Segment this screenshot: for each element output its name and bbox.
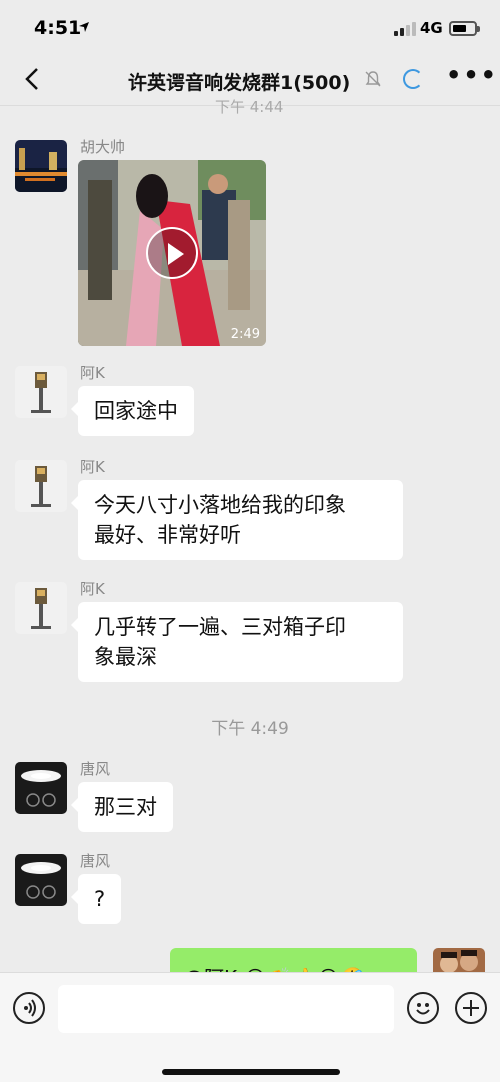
message-bubble[interactable]: 那三对	[71, 782, 173, 832]
message-text: ?	[94, 887, 106, 911]
battery-icon	[449, 21, 480, 36]
my-avatar[interactable]	[433, 948, 485, 974]
sender-name: 阿K	[80, 580, 105, 598]
avatar[interactable]	[15, 140, 67, 192]
signal-icon	[394, 22, 416, 36]
message-text-line: 几乎转了一遍、三对箱子印	[94, 615, 346, 639]
more-options-button[interactable]: •••	[446, 63, 496, 90]
message-bubble[interactable]: 今天八寸小落地给我的印象 最好、非常好听	[71, 480, 403, 560]
avatar[interactable]	[15, 582, 67, 634]
message-text: 那三对	[94, 795, 157, 819]
message-input[interactable]	[58, 985, 394, 1033]
sender-name: 唐风	[80, 852, 111, 870]
message-bubble[interactable]: 回家途中	[71, 386, 194, 436]
network-type: 4G	[420, 19, 443, 37]
status-bar: 4:51 4G	[0, 0, 500, 56]
sender-name: 阿K	[80, 364, 105, 382]
avatar[interactable]	[15, 854, 67, 906]
back-icon[interactable]	[18, 64, 48, 94]
sender-name: 唐风	[80, 760, 111, 778]
time-separator-partial: 下午 4:44	[215, 98, 284, 116]
voice-input-button[interactable]	[13, 992, 45, 1024]
message-text-line: 最好、非常好听	[94, 523, 241, 547]
voice-icon	[24, 999, 36, 1017]
avatar[interactable]	[15, 366, 67, 418]
mute-bell-icon	[365, 71, 381, 87]
video-duration: 2:49	[230, 327, 260, 342]
message-text: 回家途中	[94, 399, 178, 423]
play-button[interactable]	[146, 227, 198, 279]
plus-icon	[463, 1000, 479, 1016]
message-text-line: 今天八寸小落地给我的印象	[94, 493, 346, 517]
more-functions-button[interactable]	[455, 992, 487, 1024]
home-indicator	[162, 1069, 340, 1075]
chat-title: 许英谔音响发烧群1(500)	[128, 72, 351, 94]
video-message[interactable]: 2:49	[78, 160, 266, 346]
avatar[interactable]	[15, 460, 67, 512]
avatar[interactable]	[15, 762, 67, 814]
loading-icon	[403, 69, 423, 89]
message-bubble[interactable]: 几乎转了一遍、三对箱子印 象最深	[71, 602, 403, 682]
message-text-line: 象最深	[94, 645, 157, 669]
sender-name: 阿K	[80, 458, 105, 476]
emoji-icon	[416, 1003, 430, 1015]
message-bubble[interactable]: ?	[70, 874, 122, 924]
status-time: 4:51	[34, 17, 82, 39]
sender-name: 胡大帅	[80, 138, 126, 156]
location-arrow-icon	[79, 22, 89, 32]
input-bar	[0, 972, 500, 1082]
emoji-button[interactable]	[407, 992, 439, 1024]
time-separator: 下午 4:49	[211, 719, 289, 739]
